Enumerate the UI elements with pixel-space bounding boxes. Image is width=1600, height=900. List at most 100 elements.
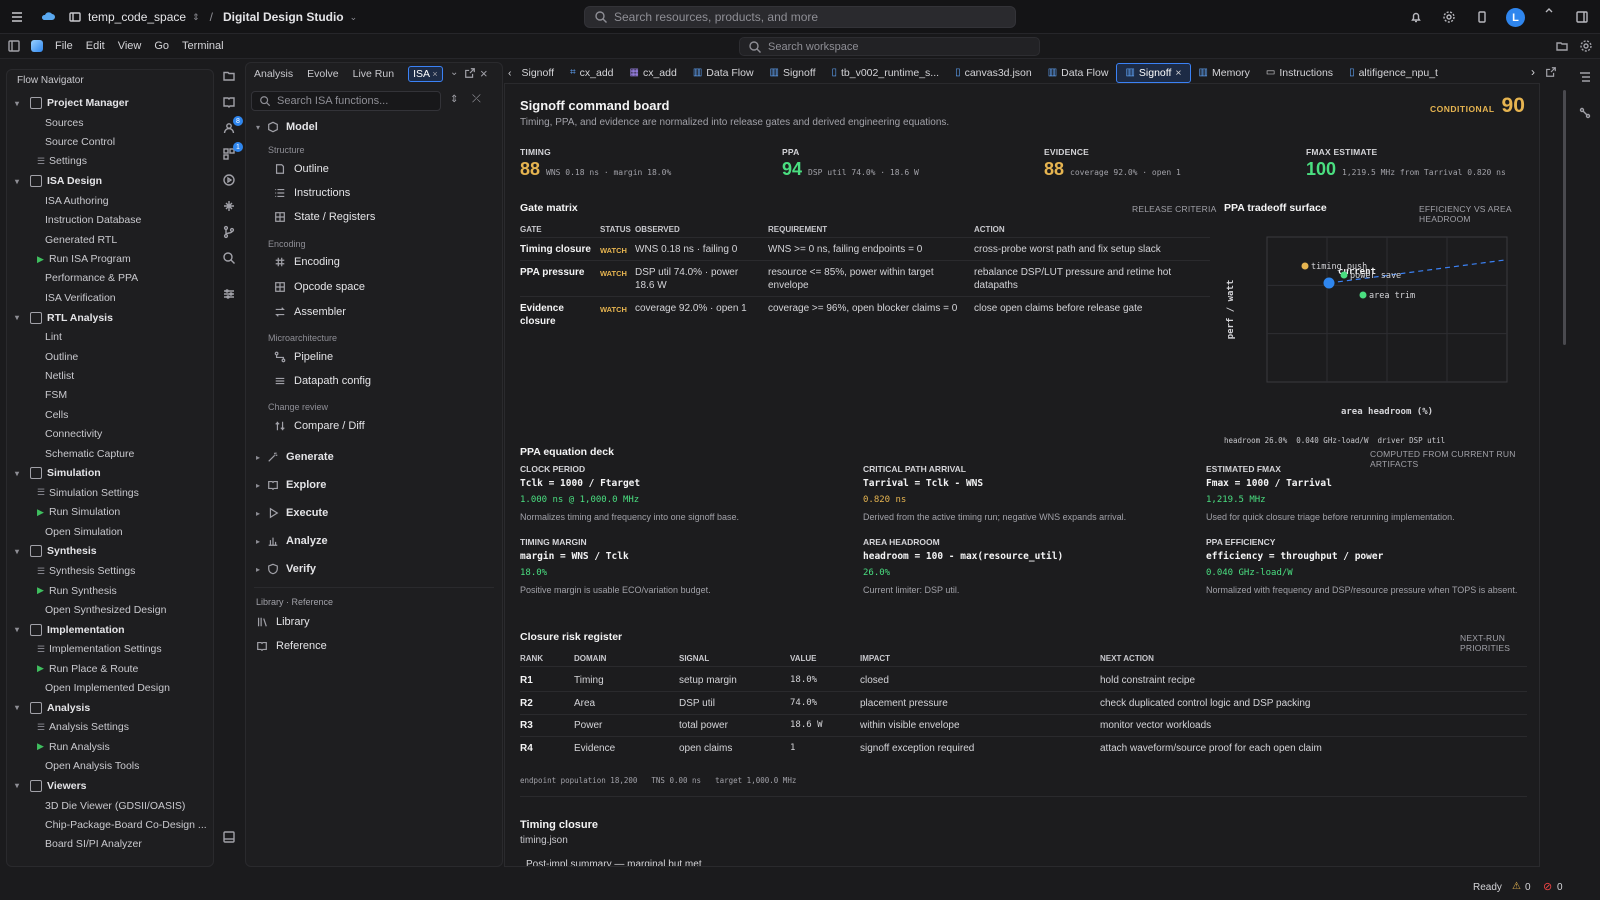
- menu-edit[interactable]: Edit: [86, 40, 105, 52]
- editor-tab-cx-add-2[interactable]: ▦ cx_add: [622, 63, 685, 83]
- nav-item-board-si-pi-analyzer[interactable]: Board SI/PI Analyzer: [7, 835, 213, 854]
- nav-group-viewers[interactable]: ▾ Viewers: [7, 776, 213, 796]
- editor-tab-tb-runtime[interactable]: ▯ tb_v002_runtime_s...: [823, 63, 947, 83]
- nav-item-run-place-route[interactable]: ▶ Run Place & Route: [7, 659, 213, 678]
- tree-reference[interactable]: Reference: [256, 640, 327, 652]
- menu-view[interactable]: View: [118, 40, 142, 52]
- tab-analysis[interactable]: Analysis: [254, 68, 293, 80]
- editor-tab-signoff-active[interactable]: ▥ Signoff ×: [1116, 62, 1191, 83]
- tree-compare-diff[interactable]: Compare / Diff: [274, 420, 365, 432]
- tree-verify[interactable]: ▸ Verify: [256, 563, 316, 575]
- nav-group-implementation[interactable]: ▾ Implementation: [7, 620, 213, 640]
- gear-icon[interactable]: [1579, 39, 1593, 53]
- chevron-down-icon[interactable]: ⌄: [350, 12, 358, 23]
- chevron-right-icon[interactable]: ›: [1531, 65, 1535, 79]
- editor-tab-cx-add[interactable]: ⌗ cx_add: [562, 63, 622, 83]
- menu-go[interactable]: Go: [154, 40, 169, 52]
- extensions-icon[interactable]: 1: [222, 142, 243, 163]
- search-icon[interactable]: [222, 251, 238, 267]
- tab-evolve[interactable]: Evolve: [307, 68, 339, 80]
- tree-execute[interactable]: ▸ Execute: [256, 507, 328, 519]
- device-icon[interactable]: [1472, 7, 1492, 27]
- book-icon[interactable]: [222, 95, 238, 111]
- tree-generate[interactable]: ▸ Generate: [256, 451, 334, 463]
- menu-terminal[interactable]: Terminal: [182, 40, 224, 52]
- users-icon[interactable]: 8: [222, 116, 243, 137]
- nav-item-settings[interactable]: ☰ Settings: [7, 152, 213, 171]
- tree-instructions[interactable]: Instructions: [274, 187, 350, 199]
- nav-group-synthesis[interactable]: ▾ Synthesis: [7, 541, 213, 561]
- expand-all-icon[interactable]: ⇕: [450, 94, 458, 105]
- tree-encoding[interactable]: Encoding: [274, 256, 340, 268]
- nav-group-simulation[interactable]: ▾ Simulation: [7, 463, 213, 483]
- nav-item-fsm[interactable]: FSM: [7, 386, 213, 405]
- workspace-dropdown-icon[interactable]: ⇕: [192, 12, 200, 23]
- panel-bottom-icon[interactable]: [222, 830, 238, 846]
- workspace-search-input[interactable]: Search workspace: [739, 37, 1040, 56]
- tree-explore[interactable]: ▸ Explore: [256, 479, 326, 491]
- nav-item-synthesis-settings[interactable]: ☰ Synthesis Settings: [7, 561, 213, 580]
- nav-group-isa-design[interactable]: ▾ ISA Design: [7, 171, 213, 191]
- editor-tab-signoff[interactable]: Signoff: [514, 63, 563, 83]
- tab-live-run[interactable]: Live Run: [353, 68, 394, 80]
- nav-item-open-simulation[interactable]: Open Simulation: [7, 522, 213, 541]
- tab-overflow-chevron-icon[interactable]: ⌄: [450, 67, 458, 78]
- tree-opcode-space[interactable]: Opcode space: [274, 281, 365, 293]
- chevron-left-icon[interactable]: ‹: [504, 67, 514, 79]
- global-search-input[interactable]: Search resources, products, and more: [584, 6, 1016, 28]
- sliders-icon[interactable]: [222, 287, 238, 303]
- close-icon[interactable]: ×: [1175, 67, 1181, 79]
- nav-item-run-analysis[interactable]: ▶ Run Analysis: [7, 737, 213, 756]
- error-icon[interactable]: ⊘: [1543, 880, 1552, 893]
- nav-group-analysis[interactable]: ▾ Analysis: [7, 698, 213, 718]
- folder-settings-icon[interactable]: [1555, 39, 1569, 53]
- close-icon[interactable]: ×: [432, 69, 437, 79]
- nav-item-open-implemented-design[interactable]: Open Implemented Design: [7, 678, 213, 697]
- bell-icon[interactable]: [1406, 7, 1426, 27]
- tree-assembler[interactable]: Assembler: [274, 306, 346, 318]
- workspace-selector[interactable]: temp_code_space: [88, 10, 186, 24]
- editor-tab-data-flow[interactable]: ▥ Data Flow: [685, 63, 762, 83]
- nav-item-run-synthesis[interactable]: ▶ Run Synthesis: [7, 581, 213, 600]
- tree-state-registers[interactable]: State / Registers: [274, 211, 375, 223]
- nav-item-outline[interactable]: Outline: [7, 347, 213, 366]
- nav-item-analysis-settings[interactable]: ☰ Analysis Settings: [7, 718, 213, 737]
- git-branch-icon[interactable]: [222, 225, 238, 241]
- nav-item-source-control[interactable]: Source Control: [7, 132, 213, 151]
- nav-group-rtl-analysis[interactable]: ▾ RTL Analysis: [7, 308, 213, 328]
- popout-icon[interactable]: [464, 67, 476, 79]
- nav-item-connectivity[interactable]: Connectivity: [7, 424, 213, 443]
- menu-file[interactable]: File: [55, 40, 73, 52]
- nav-item-lint[interactable]: Lint: [7, 328, 213, 347]
- nav-item-open-synthesized-design[interactable]: Open Synthesized Design: [7, 600, 213, 619]
- editor-tab-npu[interactable]: ▯ altifigence_npu_t: [1341, 63, 1446, 83]
- nav-item-run-simulation[interactable]: ▶ Run Simulation: [7, 503, 213, 522]
- hamburger-menu-icon[interactable]: [10, 10, 24, 24]
- nav-group-project-manager[interactable]: ▾ Project Manager: [7, 93, 213, 113]
- collapse-all-icon[interactable]: ⤫: [472, 93, 481, 106]
- tree-pipeline[interactable]: Pipeline: [274, 351, 333, 363]
- avatar[interactable]: L: [1506, 8, 1525, 27]
- nav-item-instruction-database[interactable]: Instruction Database: [7, 211, 213, 230]
- editor-tab-memory[interactable]: ▥ Memory: [1191, 63, 1258, 83]
- folder-icon[interactable]: [222, 69, 238, 85]
- nav-item-3d-die-viewer-gdsii-oasis[interactable]: 3D Die Viewer (GDSII/OASIS): [7, 796, 213, 815]
- tree-library[interactable]: Library: [256, 616, 310, 628]
- editor-tab-signoff-2[interactable]: ▥ Signoff: [762, 63, 824, 83]
- tree-model[interactable]: ▾ Model: [256, 121, 318, 133]
- scrollbar[interactable]: [1563, 90, 1566, 345]
- nav-item-generated-rtl[interactable]: Generated RTL: [7, 230, 213, 249]
- editor-tab-canvas3d[interactable]: ▯ canvas3d.json: [947, 63, 1040, 83]
- editor-tab-instructions[interactable]: ▭ Instructions: [1258, 63, 1341, 83]
- share-icon[interactable]: [1578, 106, 1592, 120]
- sidebar-toggle-icon[interactable]: [7, 39, 21, 53]
- nav-item-cells[interactable]: Cells: [7, 405, 213, 424]
- tree-datapath-config[interactable]: Datapath config: [274, 375, 371, 387]
- close-panel-icon[interactable]: ×: [480, 66, 488, 81]
- nav-item-chip-package-board-co-design[interactable]: Chip-Package-Board Co-Design ...: [7, 815, 213, 834]
- popout-icon[interactable]: [1545, 66, 1557, 78]
- nav-item-isa-verification[interactable]: ISA Verification: [7, 288, 213, 307]
- play-circle-icon[interactable]: [222, 173, 238, 189]
- isa-search-input[interactable]: Search ISA functions...: [251, 91, 441, 111]
- sparkle-icon[interactable]: [222, 199, 238, 215]
